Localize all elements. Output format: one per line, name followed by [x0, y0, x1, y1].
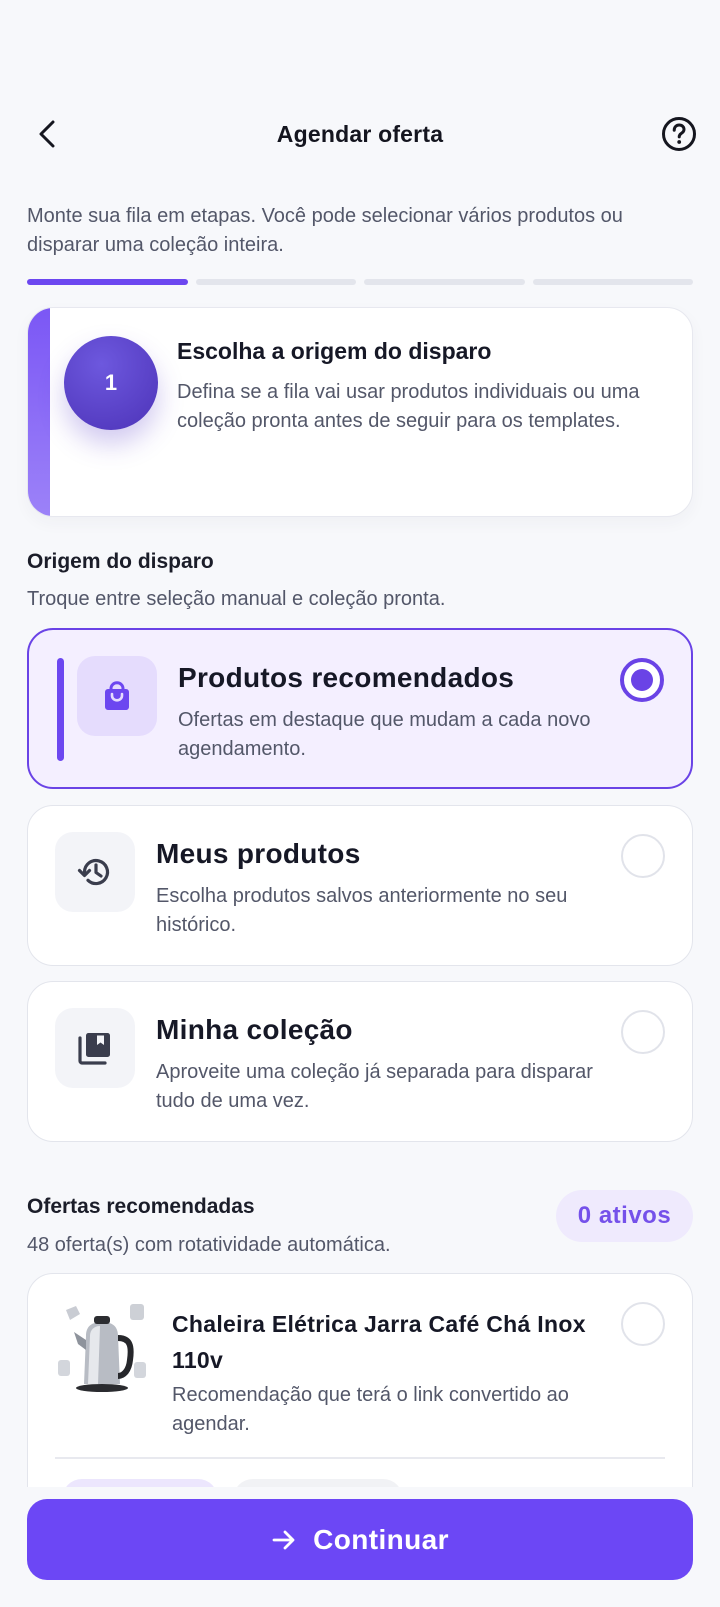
step-card-accent — [28, 308, 50, 516]
help-circle-icon — [662, 117, 696, 151]
progress-segment-1 — [27, 279, 188, 285]
step-number-badge: 1 — [64, 336, 158, 430]
divider — [55, 1457, 665, 1459]
option-icon-box — [55, 832, 135, 912]
continue-button[interactable]: Continuar — [27, 1499, 693, 1580]
product-thumbnail — [54, 1300, 150, 1396]
bottom-action-bar: Continuar — [0, 1487, 720, 1607]
step-title: Escolha a origem do disparo — [177, 338, 492, 364]
radio-unselected[interactable] — [621, 834, 665, 878]
active-count-badge: 0 ativos — [556, 1190, 693, 1242]
option-description: Escolha produtos salvos anteriormente no… — [156, 885, 568, 936]
help-button[interactable] — [660, 115, 698, 153]
option-icon-box — [77, 656, 157, 736]
kettle-image-icon — [54, 1300, 150, 1396]
offer-title: Chaleira Elétrica Jarra Café Chá Inox 11… — [172, 1311, 586, 1373]
progress-segment-3 — [364, 279, 525, 285]
intro-text: Monte sua fila em etapas. Você pode sele… — [27, 205, 623, 256]
selected-indicator-bar — [57, 658, 64, 761]
continue-label: Continuar — [313, 1523, 449, 1555]
progress-segment-2 — [195, 279, 356, 285]
step-description: Defina se a fila vai usar produtos indiv… — [177, 381, 640, 432]
top-bar: Agendar oferta — [0, 108, 720, 162]
radio-unselected[interactable] — [621, 1010, 665, 1054]
origin-section-subtitle: Troque entre seleção manual e coleção pr… — [27, 588, 446, 610]
progress-segment-4 — [532, 279, 693, 285]
option-title: Produtos recomendados — [178, 662, 515, 693]
option-title: Minha coleção — [156, 1014, 353, 1045]
radio-selected[interactable] — [620, 658, 664, 702]
option-title: Meus produtos — [156, 838, 361, 869]
collections-icon — [78, 1033, 110, 1065]
option-icon-box — [55, 1008, 135, 1088]
option-meus-produtos[interactable]: Meus produtos Escolha produtos salvos an… — [27, 805, 693, 966]
arrow-right-icon — [272, 1530, 295, 1549]
step-card: 1 Escolha a origem do disparo Defina se … — [27, 307, 693, 517]
offer-radio[interactable] — [621, 1302, 665, 1346]
origin-section-title: Origem do disparo — [27, 550, 214, 573]
option-produtos-recomendados[interactable]: Produtos recomendados Ofertas em destaqu… — [27, 628, 693, 789]
offers-section-subtitle: 48 oferta(s) com rotatividade automática… — [27, 1234, 391, 1256]
offer-card[interactable]: Chaleira Elétrica Jarra Café Chá Inox 11… — [27, 1273, 693, 1523]
shopping-bag-icon — [105, 681, 129, 710]
offer-description: Recomendação que terá o link convertido … — [172, 1384, 569, 1435]
offers-section-title: Ofertas recomendadas — [27, 1195, 255, 1218]
page-title: Agendar oferta — [276, 121, 444, 147]
option-minha-colecao[interactable]: Minha coleção Aproveite uma coleção já s… — [27, 981, 693, 1142]
option-description: Aproveite uma coleção já separada para d… — [156, 1061, 593, 1112]
history-icon — [77, 858, 110, 886]
step-progress — [27, 279, 693, 285]
option-description: Ofertas em destaque que mudam a cada nov… — [178, 709, 591, 760]
